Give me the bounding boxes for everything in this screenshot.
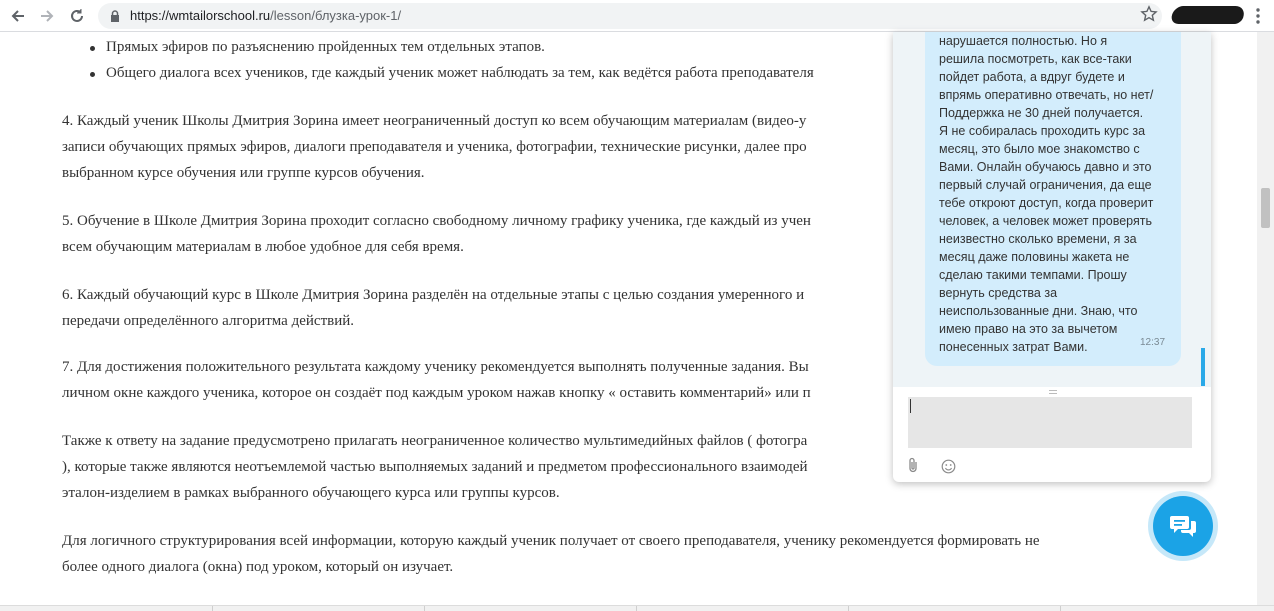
bullet-dot	[90, 46, 95, 51]
reload-icon[interactable]	[65, 4, 89, 28]
paragraph-line: передачи определённого алгоритма действи…	[62, 313, 355, 329]
paragraph-number: 7.	[62, 359, 74, 375]
list-item: Прямых эфиров по разъяснению пройденных …	[106, 39, 545, 55]
chat-widget: 12:37 нарушается полностью. Но я решила п…	[893, 32, 1211, 482]
lock-icon	[111, 10, 119, 22]
url-path: /lesson/блузка-урок-1/	[270, 8, 402, 23]
message-line: решила посмотреть, как все-таки	[939, 52, 1132, 66]
message-bubble: 12:37 нарушается полностью. Но я решила п…	[925, 32, 1181, 366]
message-line: понесенных затрат Вами.	[939, 340, 1088, 354]
bullet-dot	[90, 72, 95, 77]
bottom-status-bar	[0, 605, 1274, 611]
resize-grip[interactable]	[1049, 390, 1057, 394]
message-line: сделаю такими темпами. Прошу	[939, 268, 1127, 282]
chat-scrollbar-thumb[interactable]	[1201, 348, 1205, 386]
message-line: неизвестно сколько времени, я за	[939, 232, 1137, 246]
star-icon[interactable]	[1140, 5, 1158, 23]
message-line: тебе откроют доступ, когда проверит	[939, 196, 1154, 210]
paragraph-line: 5. Обучение в Школе Дмитрия Зорина прохо…	[62, 213, 811, 229]
paragraph-line: Для логичного структурирования всей инфо…	[62, 533, 1040, 549]
paragraph-line: выбранном курсе обучения или группе курс…	[62, 165, 425, 181]
url-host: https://wmtailorschool.ru	[130, 8, 271, 23]
forward-icon[interactable]	[35, 4, 59, 28]
address-bar[interactable]: https://wmtailorschool.ru/lesson/блузка-…	[98, 3, 1162, 29]
paragraph-line: 6. Каждый обучающий курс в Школе Дмитрия…	[62, 287, 805, 303]
emoji-icon[interactable]	[941, 459, 956, 474]
message-line: имею право на это за вычетом	[939, 322, 1118, 336]
paragraph-line: 4. Каждый ученик Школы Дмитрия Зорина им…	[62, 113, 807, 129]
message-line: первый случай ограничения, да еще	[939, 178, 1152, 192]
paragraph-line: всем обучающим материалам в любое удобно…	[62, 239, 464, 255]
paragraph-line: ), которые также являются неотъемлемой ч…	[62, 459, 808, 475]
message-line: неиспользованные дни. Знаю, что	[939, 304, 1138, 318]
url-text: https://wmtailorschool.ru/lesson/блузка-…	[130, 8, 401, 23]
message-line: человек, а человек может проверять	[939, 214, 1153, 228]
message-line: впрямь оперативно отвечать, но нет/	[939, 88, 1154, 102]
chat-message-input[interactable]	[908, 397, 1192, 448]
list-item: Общего диалога всех учеников, где каждый…	[106, 65, 814, 81]
message-time: 12:37	[1140, 337, 1166, 348]
message-line: пойдет работа, а вдруг будете и	[939, 70, 1125, 84]
paragraph-line: 7. Для достижения положительного результ…	[62, 359, 809, 375]
message-line: месяц, это было мое знакомство с	[939, 142, 1140, 156]
message-line: Поддержка не 30 дней получается.	[939, 106, 1144, 120]
paragraph-line: эталон-изделием в рамках выбранного обуч…	[62, 485, 560, 501]
message-line: нарушается полностью. Но я	[939, 34, 1108, 48]
message-line: Я не собиралась проходить курс за	[939, 124, 1146, 138]
scrollbar-thumb[interactable]	[1261, 188, 1270, 228]
message-line: вернуть средства за	[939, 286, 1058, 300]
chat-open-button[interactable]	[1153, 496, 1213, 556]
attach-icon[interactable]	[907, 457, 919, 473]
paragraph-line: записи обучающих прямых эфиров, диалоги …	[62, 139, 807, 155]
page-scrollbar[interactable]	[1257, 32, 1274, 605]
paragraph-number: 6.	[62, 287, 74, 303]
text-caret	[910, 399, 911, 413]
browser-toolbar: https://wmtailorschool.ru/lesson/блузка-…	[0, 0, 1274, 32]
back-icon[interactable]	[6, 4, 30, 28]
message-line: Вами. Онлайн обучаюсь давно и это	[939, 160, 1152, 174]
message-line: месяц даже половины жакета не	[939, 250, 1130, 264]
profile-avatar[interactable]	[1169, 6, 1247, 24]
chat-bubbles-icon	[1170, 516, 1196, 537]
paragraph-line: Также к ответу на задание предусмотрено …	[62, 433, 808, 449]
chat-messages[interactable]: 12:37 нарушается полностью. Но я решила п…	[893, 32, 1211, 387]
paragraph-line: личном окне каждого ученика, которое он …	[62, 385, 811, 401]
menu-icon[interactable]	[1250, 6, 1266, 26]
paragraph-number: 4.	[62, 113, 74, 129]
paragraph-line: более одного диалога (окна) под уроком, …	[62, 559, 454, 575]
paragraph-number: 5.	[62, 213, 74, 229]
